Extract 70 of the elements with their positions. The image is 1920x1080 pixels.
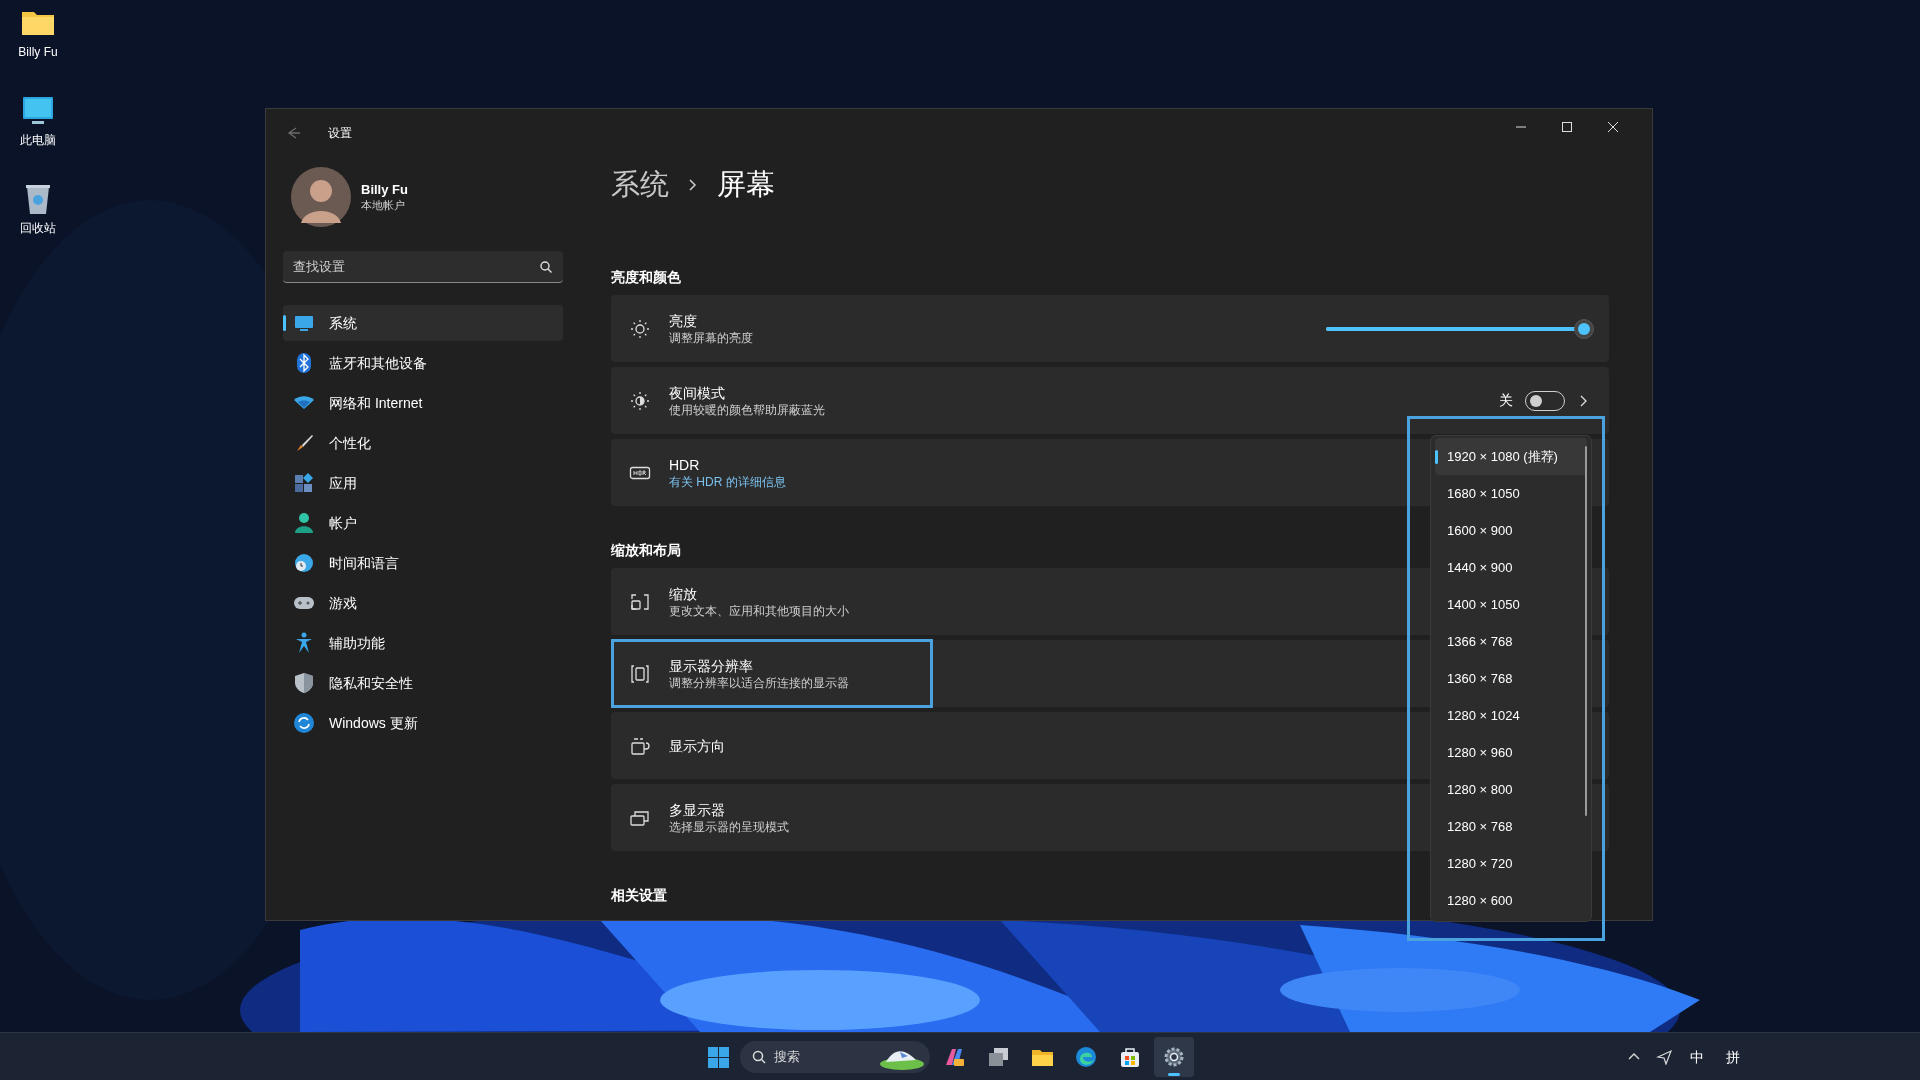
- info-link[interactable]: 有关 HDR 的详细信息: [669, 473, 786, 490]
- globe-clock-icon: [293, 552, 315, 574]
- setting-description: 更改文本、应用和其他项目的大小: [669, 602, 849, 619]
- setting-description: 选择显示器的呈现模式: [669, 818, 789, 835]
- search-icon: [752, 1050, 766, 1064]
- nav-item[interactable]: 游戏: [283, 585, 563, 621]
- setting-title: 多显示器: [669, 800, 725, 819]
- window-title: 设置: [328, 125, 352, 142]
- section-heading: 相关设置: [611, 886, 667, 905]
- menu-option[interactable]: 1280 × 960: [1435, 734, 1587, 771]
- slider-thumb[interactable]: [1574, 318, 1594, 339]
- nav-item[interactable]: 帐户: [283, 505, 563, 541]
- setting-description: 调整屏幕的亮度: [669, 329, 753, 346]
- browser-icon: [1074, 1045, 1098, 1069]
- menu-option[interactable]: 1400 × 1050: [1435, 586, 1587, 623]
- setting-title: 显示方向: [669, 736, 725, 755]
- setting-title: 亮度: [669, 311, 697, 330]
- taskbar-app[interactable]: [1154, 1037, 1194, 1077]
- send-icon[interactable]: [1656, 1049, 1672, 1065]
- setting-card[interactable]: 夜间模式 使用较暖的颜色帮助屏蔽蓝光 关: [611, 367, 1609, 434]
- nav-item[interactable]: 辅助功能: [283, 625, 563, 661]
- breadcrumb-link[interactable]: 系统: [611, 163, 669, 207]
- menu-option[interactable]: 1280 × 768: [1435, 808, 1587, 845]
- nav-item[interactable]: 网络和 Internet: [283, 385, 563, 421]
- menu-option[interactable]: 1600 × 900: [1435, 512, 1587, 549]
- setting-description: 调整分辨率以适合所连接的显示器: [669, 674, 849, 691]
- apps-icon: [293, 472, 315, 494]
- gear-icon: [1162, 1045, 1186, 1069]
- half-sun-icon: [629, 389, 651, 412]
- nav-item[interactable]: 应用: [283, 465, 563, 501]
- avatar[interactable]: [291, 167, 351, 227]
- nav-item[interactable]: Windows 更新: [283, 705, 563, 741]
- search-field[interactable]: 查找设置: [283, 251, 563, 283]
- sun-icon: [629, 317, 651, 340]
- windows-icon: [986, 1045, 1010, 1069]
- page-title: 屏幕: [717, 167, 775, 203]
- taskbar-search[interactable]: 搜索: [740, 1041, 930, 1073]
- update-icon: [293, 712, 315, 734]
- setting-title: 夜间模式: [669, 383, 725, 402]
- setting-title: HDR: [669, 455, 700, 474]
- store-icon: [1118, 1045, 1142, 1069]
- nav-item[interactable]: 蓝牙和其他设备: [283, 345, 563, 381]
- menu-option[interactable]: 1360 × 768: [1435, 660, 1587, 697]
- desktop-icon-label[interactable]: 此电脑: [20, 133, 56, 147]
- setting-title: 显示器分辨率: [669, 656, 753, 675]
- section-heading: 缩放和布局: [611, 541, 681, 560]
- nav-item[interactable]: 系统: [283, 305, 563, 341]
- nav-item[interactable]: 隐私和安全性: [283, 665, 563, 701]
- shield-icon: [293, 672, 315, 694]
- desktop-icon-label[interactable]: 回收站: [20, 221, 56, 235]
- section-heading: 亮度和颜色: [611, 268, 681, 287]
- start-button[interactable]: [705, 1044, 731, 1070]
- toggle-state: 关: [1499, 391, 1513, 410]
- nav-item[interactable]: 时间和语言: [283, 545, 563, 581]
- scrollbar-thumb[interactable]: [1585, 446, 1587, 816]
- nav-item[interactable]: 个性化: [283, 425, 563, 461]
- search-icon[interactable]: [539, 260, 553, 274]
- menu-option[interactable]: 1920 × 1080 (推荐): [1435, 438, 1587, 475]
- menu-option[interactable]: 1280 × 600: [1435, 882, 1587, 919]
- desktop-icon-label[interactable]: Billy Fu: [18, 45, 58, 59]
- setting-description: 使用较暖的颜色帮助屏蔽蓝光: [669, 401, 825, 418]
- account-name: Billy Fu: [361, 181, 408, 198]
- setting-card[interactable]: 亮度 调整屏幕的亮度: [611, 295, 1609, 362]
- resolution-icon: [629, 662, 651, 685]
- input-method-indicator[interactable]: 拼: [1722, 1046, 1744, 1068]
- person-icon: [293, 512, 315, 534]
- setting-title: 缩放: [669, 584, 697, 603]
- account-type: 本地帐户: [361, 198, 406, 213]
- search-placeholder: 搜索: [774, 1048, 801, 1067]
- input-method-indicator[interactable]: 中: [1686, 1046, 1708, 1068]
